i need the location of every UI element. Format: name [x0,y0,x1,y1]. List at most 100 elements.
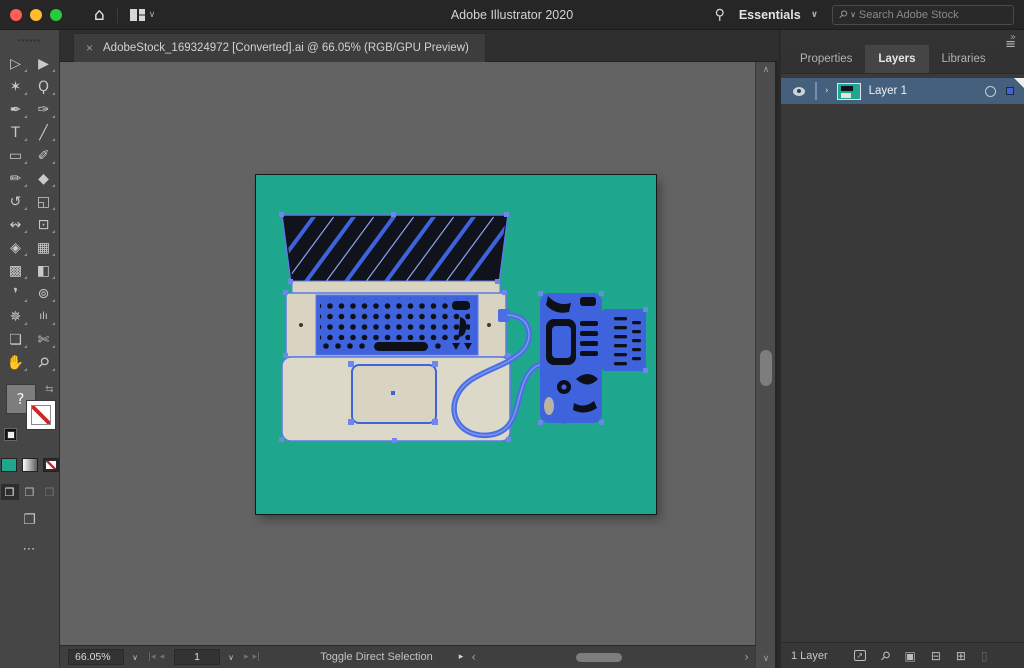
edit-toolbar-button[interactable]: ⋯ [23,542,37,557]
tab-properties[interactable]: Properties [787,45,865,73]
make-clipping-mask-icon[interactable]: ▣ [905,649,916,663]
target-circle-icon[interactable] [985,86,996,97]
scroll-left-icon[interactable]: ‹ [471,646,476,668]
tool-rotate[interactable]: ↺ [2,190,30,213]
scroll-down-icon[interactable]: ∨ [756,654,776,664]
chevron-down-icon[interactable]: ∨ [149,10,156,20]
home-icon[interactable]: ⌂ [94,5,105,25]
tool-width[interactable]: ↭ [2,213,30,236]
tool-zoom[interactable]: ⚲ [30,351,58,374]
next-artboard-button[interactable]: ▸ [244,652,249,662]
tool-mesh[interactable]: ▩ [2,259,30,282]
vertical-scroll-thumb[interactable] [760,350,772,386]
new-layer-icon[interactable]: ⊞ [956,649,966,663]
layer-row[interactable]: › Layer 1 [781,78,1024,104]
tab-libraries[interactable]: Libraries [929,45,999,73]
horizontal-scroll-thumb[interactable] [576,653,622,662]
status-display[interactable]: Toggle Direct Selection ▸ [320,651,463,663]
draw-normal-button[interactable]: ❒ [1,484,19,500]
tool-paintbrush[interactable]: ✐ [30,144,58,167]
artwork-laptop[interactable] [262,211,518,443]
scroll-right-icon[interactable]: › [744,646,749,668]
previous-artboard-button[interactable]: ◂ [160,652,165,662]
tool-hand[interactable]: ✋ [2,351,30,374]
tool-type[interactable]: T [2,121,30,144]
tool-direct-selection[interactable]: ▶ [30,52,58,75]
tool-pencil[interactable]: ✏ [2,167,30,190]
fill-color-swatch[interactable] [1,458,17,472]
expand-layer-icon[interactable]: › [825,86,829,96]
window-controls [10,9,62,21]
tool-free-transform[interactable]: ⊡ [30,213,58,236]
tool-slice[interactable]: ✄ [30,328,58,351]
document-tab[interactable]: × AdobeStock_169324972 [Converted].ai @ … [73,33,486,62]
tool-perspective-grid[interactable]: ▦ [30,236,58,259]
zoom-level-field[interactable]: 66.05% [68,649,124,665]
layer-thumbnail [837,83,861,100]
scroll-up-icon[interactable]: ∧ [756,65,776,75]
tool-scale[interactable]: ◱ [30,190,58,213]
tool-gradient[interactable]: ◧ [30,259,58,282]
workspace-label: Essentials [739,8,801,22]
new-sublayer-icon[interactable]: ⊟ [931,649,941,663]
artboard-number-field[interactable]: 1 [174,649,220,665]
tool-eyedropper[interactable]: ❜ [2,282,30,305]
close-tab-icon[interactable]: × [86,41,93,55]
panel-grip[interactable]: •••••• [18,38,41,44]
canvas[interactable] [60,62,755,645]
illustrator-window: ⌂ ∨ Adobe Illustrator 2020 ⚲ Essentials … [0,0,1024,668]
layer-count: 1 Layer [791,650,828,662]
locate-object-icon[interactable]: ⚲ [877,647,893,663]
gradient-swatch[interactable] [22,458,38,472]
fullscreen-window-button[interactable] [50,9,62,21]
delete-layer-icon[interactable]: ▯ [981,649,988,663]
chevron-down-icon[interactable]: ∨ [850,10,856,19]
artboard[interactable] [256,175,656,514]
tool-selection[interactable]: ▷ [2,52,30,75]
minimize-window-button[interactable] [30,9,42,21]
search-icon: ⚲ [836,7,851,22]
swap-fill-stroke-icon[interactable]: ⇆ [45,384,53,395]
discover-icon[interactable]: ⚲ [715,7,725,23]
first-artboard-button[interactable]: |◂ [148,652,156,662]
default-fill-stroke-icon[interactable] [4,428,17,441]
tool-shape-builder[interactable]: ◈ [2,236,30,259]
draw-behind-button[interactable]: ❒ [21,484,39,500]
layers-panel-body[interactable] [781,104,1024,642]
tool-artboard[interactable]: ❏ [2,328,30,351]
selection-color-indicator[interactable] [1006,87,1014,95]
close-window-button[interactable] [10,9,22,21]
tab-layers[interactable]: Layers [865,45,928,73]
workspace-switcher[interactable]: Essentials ∨ [739,8,818,22]
search-input[interactable] [859,9,1007,21]
vertical-scrollbar[interactable]: ∧ ∨ [755,62,775,668]
panel-menu-icon[interactable]: ≡ [1005,37,1016,52]
tool-lasso[interactable]: Ϙ [30,75,58,98]
panel-resize-notch[interactable] [1014,78,1024,88]
zoom-chevron-icon[interactable]: ∨ [124,649,146,665]
collect-for-export-icon[interactable]: ↗ [854,650,866,661]
stroke-swatch[interactable] [26,400,56,430]
visibility-eye-icon[interactable] [793,87,805,96]
color-buttons [1,458,59,472]
screen-mode-button[interactable]: ❐ [23,512,36,528]
document-tabbar: × AdobeStock_169324972 [Converted].ai @ … [60,30,778,62]
draw-inside-button[interactable]: ❒ [41,484,59,500]
tool-symbol-sprayer[interactable]: ✵ [2,305,30,328]
horizontal-scrollbar[interactable]: ‹ › [469,646,751,668]
tool-curvature-pen[interactable]: ✑ [30,98,58,121]
tool-pen[interactable]: ✒ [2,98,30,121]
tool-rectangle[interactable]: ▭ [2,144,30,167]
arrange-documents-icon[interactable] [130,9,145,21]
tool-line-segment[interactable]: ╱ [30,121,58,144]
none-swatch[interactable] [43,458,59,472]
drawing-modes: ❒ ❒ ❒ [1,484,59,500]
tool-eraser[interactable]: ◆ [30,167,58,190]
right-panel: » Properties Layers Libraries ≡ › Layer … [778,30,1024,668]
tool-magic-wand[interactable]: ✶ [2,75,30,98]
status-flyout-icon[interactable]: ▸ [459,652,464,662]
artboard-chevron-icon[interactable]: ∨ [220,649,242,665]
last-artboard-button[interactable]: ▸| [253,652,261,662]
tool-blend[interactable]: ⊚ [30,282,58,305]
tool-column-graph[interactable]: ılı [30,305,58,328]
